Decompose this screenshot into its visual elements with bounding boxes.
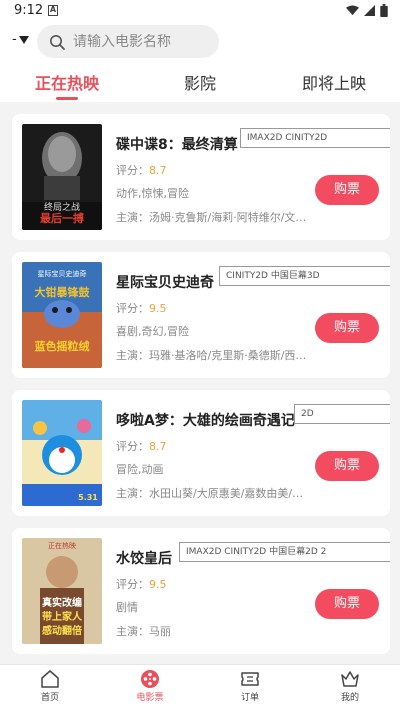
movie-card[interactable]: 终局之战 最后一搏 碟中谍8：最终清算 IMAX2D CINITY2D 评分：8… bbox=[12, 114, 390, 240]
movie-score: 评分：8.7 bbox=[116, 162, 167, 178]
movie-card[interactable]: 5.31 哆啦A梦：大雄的绘画奇遇记 2D 评分：8.7 冒险,动画 主演：水田… bbox=[12, 390, 390, 516]
score-value: 9.5 bbox=[149, 302, 167, 315]
nav-profile[interactable]: 我的 bbox=[320, 669, 380, 703]
status-time: 9:12 bbox=[14, 3, 44, 18]
nav-label: 首页 bbox=[40, 693, 59, 703]
poster-text: 真实改编 bbox=[42, 596, 82, 609]
movie-title: 哆啦A梦：大雄的绘画奇遇记 bbox=[116, 413, 295, 429]
nav-label: 订单 bbox=[240, 693, 259, 703]
movie-score: 评分：9.5 bbox=[116, 300, 167, 316]
poster-text: 5.31 bbox=[78, 493, 98, 502]
movie-cast: 主演：玛雅·基洛哈/克里斯·桑德斯/西… bbox=[116, 349, 307, 362]
movie-list[interactable]: 终局之战 最后一搏 碟中谍8：最终清算 IMAX2D CINITY2D 评分：8… bbox=[0, 102, 400, 664]
movie-score: 评分：9.5 bbox=[116, 576, 167, 592]
wifi-icon bbox=[346, 5, 359, 16]
poster-text: 正在热映 bbox=[48, 541, 76, 550]
format-tags: IMAX2D CINITY2D bbox=[240, 128, 390, 148]
movie-title: 水饺皇后 bbox=[116, 551, 172, 567]
tab-now-showing[interactable]: 正在热映 bbox=[35, 70, 99, 94]
movie-poster[interactable]: 终局之战 最后一搏 bbox=[22, 124, 102, 230]
notification-icon: A bbox=[48, 5, 58, 16]
format-tags: IMAX2D CINITY2D 中国巨幕2D 2 bbox=[179, 542, 390, 562]
search-icon bbox=[50, 34, 65, 50]
poster-text: 蓝色摇粒绒 bbox=[35, 339, 90, 353]
nav-label: 电影票 bbox=[136, 693, 164, 703]
tab-cinemas[interactable]: 影院 bbox=[184, 70, 216, 94]
score-label: 评分： bbox=[116, 164, 149, 177]
buy-ticket-button[interactable]: 购票 bbox=[315, 451, 379, 481]
score-label: 评分： bbox=[116, 440, 149, 453]
movie-genre: 冒险,动画 bbox=[116, 463, 164, 476]
film-reel-icon bbox=[141, 670, 159, 688]
battery-icon bbox=[380, 4, 388, 17]
search-box[interactable] bbox=[37, 25, 219, 58]
buy-ticket-button[interactable]: 购票 bbox=[315, 589, 379, 619]
movie-poster[interactable]: 星际宝贝史迪奇 大钳暴锋鼓 蓝色摇粒绒 bbox=[22, 262, 102, 368]
status-bar: 9:12 A bbox=[0, 0, 400, 24]
nav-home[interactable]: 首页 bbox=[20, 669, 80, 703]
movie-cast: 主演：水田山葵/大原惠美/嘉数由美/木… bbox=[116, 487, 312, 500]
movie-title: 碟中谍8：最终清算 bbox=[116, 137, 238, 153]
poster-text: 带上家人 bbox=[42, 610, 83, 623]
search-row: - bbox=[0, 24, 400, 60]
ticket-icon bbox=[241, 672, 259, 686]
crown-icon bbox=[341, 671, 359, 687]
buy-ticket-button[interactable]: 购票 bbox=[315, 175, 379, 205]
score-label: 评分： bbox=[116, 578, 149, 591]
nav-movie-tickets[interactable]: 电影票 bbox=[120, 669, 180, 703]
signal-icon bbox=[364, 5, 375, 16]
tab-coming-soon[interactable]: 即将上映 bbox=[302, 70, 366, 94]
city-selector[interactable]: - bbox=[12, 32, 29, 47]
movie-score: 评分：8.7 bbox=[116, 438, 167, 454]
score-value: 8.7 bbox=[149, 440, 167, 453]
format-tags: CINITY2D 中国巨幕3D bbox=[219, 266, 390, 286]
movie-genre: 动作,惊悚,冒险 bbox=[116, 187, 189, 200]
active-tab-indicator bbox=[56, 97, 78, 100]
movie-title: 星际宝贝史迪奇 bbox=[116, 275, 214, 291]
score-label: 评分： bbox=[116, 302, 149, 315]
caret-down-icon bbox=[18, 35, 29, 44]
movie-genre: 喜剧,奇幻,冒险 bbox=[116, 325, 189, 338]
movie-poster[interactable]: 5.31 bbox=[22, 400, 102, 506]
movie-genre: 剧情 bbox=[116, 601, 138, 614]
poster-text: 星际宝贝史迪奇 bbox=[38, 269, 87, 278]
score-value: 8.7 bbox=[149, 164, 167, 177]
poster-text: 最后一搏 bbox=[40, 211, 84, 225]
movie-cast: 主演：马丽 bbox=[116, 625, 171, 638]
nav-label: 我的 bbox=[340, 693, 359, 703]
tab-bar: 正在热映 影院 即将上映 bbox=[0, 64, 400, 102]
movie-cast: 主演：汤姆·克鲁斯/海莉·阿特维尔/文… bbox=[116, 211, 307, 224]
score-value: 9.5 bbox=[149, 578, 167, 591]
nav-orders[interactable]: 订单 bbox=[220, 669, 280, 703]
bottom-nav: 首页 电影票 订单 我的 bbox=[0, 664, 400, 710]
movie-poster[interactable]: 正在热映 真实改编 带上家人 感动翻倍 bbox=[22, 538, 102, 644]
format-tags: 2D bbox=[294, 404, 390, 424]
poster-text: 感动翻倍 bbox=[42, 624, 82, 637]
buy-ticket-button[interactable]: 购票 bbox=[315, 313, 379, 343]
poster-text: 大钳暴锋鼓 bbox=[35, 285, 91, 299]
status-icons bbox=[346, 4, 388, 17]
home-icon bbox=[41, 670, 59, 688]
search-input[interactable] bbox=[73, 33, 213, 50]
city-label: - bbox=[12, 32, 17, 47]
movie-card[interactable]: 正在热映 真实改编 带上家人 感动翻倍 水饺皇后 IMAX2D CINITY2D… bbox=[12, 528, 390, 654]
movie-card[interactable]: 星际宝贝史迪奇 大钳暴锋鼓 蓝色摇粒绒 星际宝贝史迪奇 CINITY2D 中国巨… bbox=[12, 252, 390, 378]
